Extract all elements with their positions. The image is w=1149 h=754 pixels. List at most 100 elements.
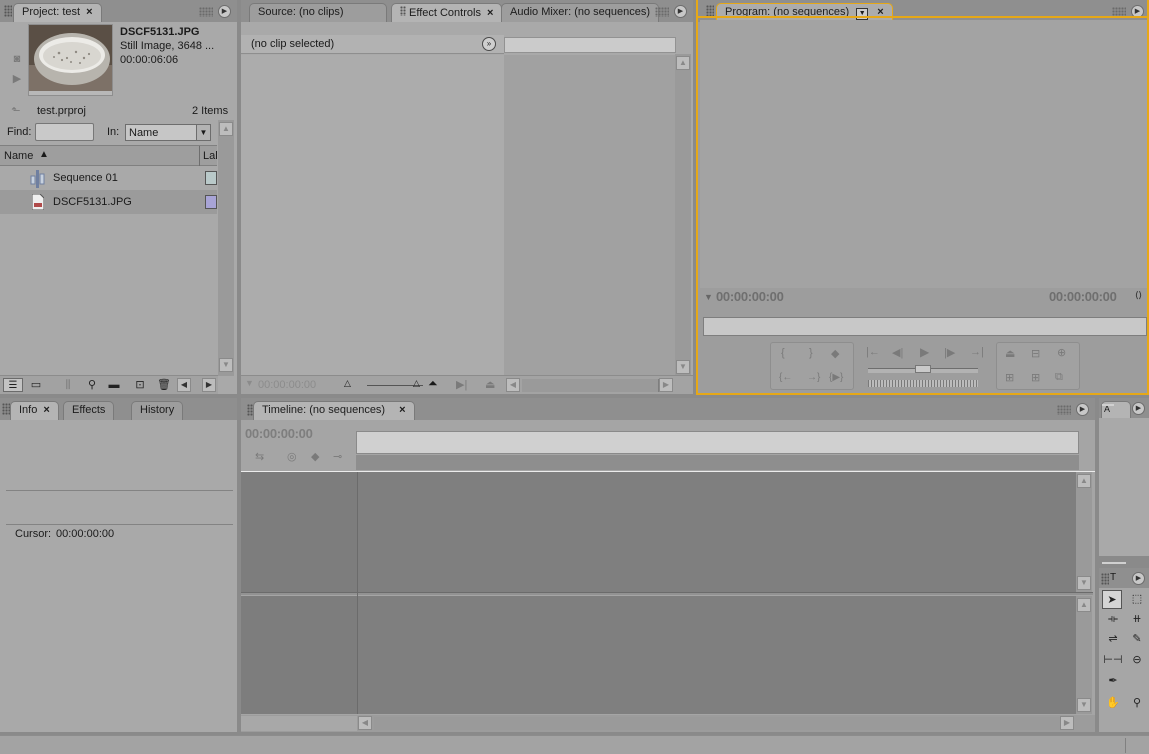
track-divider[interactable] — [241, 592, 1093, 595]
panel-menu-icon[interactable]: ▶ — [1057, 403, 1089, 416]
video-scrollbar[interactable]: ▲ ▼ — [1076, 472, 1092, 592]
scroll-down-icon[interactable]: ▼ — [676, 360, 690, 374]
shuttle-slider[interactable] — [868, 365, 978, 373]
trim-icon[interactable]: ⊕ — [1057, 346, 1066, 359]
close-icon[interactable]: × — [487, 7, 493, 19]
project-folder-up-icon[interactable]: ⬑ — [8, 104, 24, 118]
show-timeline-icon[interactable]: » — [482, 37, 496, 51]
rate-stretch-tool-icon[interactable]: ⇌ — [1103, 632, 1123, 646]
tab-project[interactable]: Project: test × — [13, 3, 102, 22]
go-to-out-icon[interactable]: →} — [807, 372, 820, 383]
close-icon[interactable]: × — [399, 404, 405, 416]
export-frame-icon[interactable]: ⧉ — [1055, 371, 1063, 384]
step-back-icon[interactable]: ◀| — [892, 346, 903, 359]
tab-audio-mixer[interactable]: Audio Mixer: (no sequences) — [501, 3, 660, 22]
play-in-to-out-icon[interactable]: {▶} — [829, 372, 843, 383]
timeline-scroll-track[interactable] — [374, 717, 1060, 730]
camera-icon[interactable]: ◙ — [9, 52, 25, 66]
scroll-up-icon[interactable]: ▲ — [1077, 474, 1091, 488]
panel-menu-icon[interactable]: ▶ — [1132, 572, 1145, 585]
zoom-in-icon[interactable]: ⏶ — [428, 376, 438, 391]
output-icon[interactable]: ⊞ — [1031, 371, 1040, 384]
panel-grip-icon[interactable] — [1101, 573, 1109, 585]
link-icon[interactable]: ⊸ — [333, 450, 342, 463]
tab-history[interactable]: History — [131, 401, 184, 420]
hand-tool-icon[interactable]: ✋ — [1103, 696, 1123, 710]
panel-menu-icon[interactable]: ▶ — [1132, 402, 1145, 415]
lift-icon[interactable]: ⏏ — [1005, 347, 1015, 360]
scroll-up-icon[interactable]: ▲ — [676, 56, 690, 70]
jog-disk[interactable] — [868, 380, 978, 387]
track-select-tool-icon[interactable]: ⬚ — [1127, 592, 1147, 606]
play-audio-icon[interactable]: ▶| — [456, 378, 467, 391]
new-bin-icon[interactable]: ▬ — [106, 378, 122, 392]
scroll-right-icon[interactable]: ▶ — [1060, 716, 1074, 730]
scroll-right-icon[interactable]: ▶ — [202, 378, 216, 392]
effect-hscrollbar[interactable] — [522, 379, 659, 392]
column-name-header[interactable]: Name — [4, 150, 33, 162]
tab-source[interactable]: Source: (no clips) — [249, 3, 387, 22]
in-select[interactable]: Name ▼ — [125, 124, 211, 141]
program-time-current[interactable]: 00:00:00:00 — [716, 289, 784, 304]
play-icon[interactable]: ▶ — [920, 345, 929, 359]
scroll-left-icon[interactable]: ◀ — [177, 378, 191, 392]
timeline-ruler[interactable] — [356, 431, 1079, 454]
column-divider[interactable] — [199, 146, 200, 166]
tab-timeline[interactable]: Timeline: (no sequences) × — [253, 401, 415, 420]
track-header-divider[interactable] — [357, 472, 358, 714]
list-item[interactable]: DSCF5131.JPG — [0, 191, 217, 214]
scroll-left-icon[interactable]: ◀ — [358, 716, 372, 730]
scroll-up-icon[interactable]: ▲ — [1077, 598, 1091, 612]
list-item[interactable]: Sequence 01 — [0, 167, 217, 191]
zoom-out-icon[interactable]: △ — [344, 378, 351, 389]
panel-menu-icon[interactable]: ▶ — [655, 5, 687, 18]
razor-tool-icon[interactable]: ✎ — [1127, 632, 1147, 646]
pen-tool-icon[interactable]: ✒ — [1103, 674, 1123, 688]
scroll-down-icon[interactable]: ▼ — [1077, 576, 1091, 590]
set-marker-icon[interactable]: ◆ — [311, 450, 319, 463]
scroll-down-icon[interactable]: ▼ — [219, 358, 233, 372]
tab-effects[interactable]: Effects — [63, 401, 115, 420]
ripple-edit-tool-icon[interactable]: ⟛ — [1103, 612, 1123, 626]
project-scrollbar[interactable]: ▲ ▼ — [218, 120, 234, 376]
list-view-icon[interactable]: ☰ — [3, 378, 23, 392]
scroll-down-icon[interactable]: ▼ — [1077, 698, 1091, 712]
zoom-thumb-icon[interactable]: △ — [413, 378, 420, 389]
mark-in-icon[interactable]: { — [781, 347, 785, 359]
export-icon[interactable]: ⏏ — [485, 378, 495, 391]
step-forward-marker-icon[interactable]: →| — [970, 346, 984, 358]
mark-out-icon[interactable]: } — [809, 347, 813, 359]
timeline-work-area[interactable] — [356, 455, 1079, 470]
shuttle-thumb-icon[interactable] — [915, 365, 931, 373]
column-label-header[interactable]: Lal — [203, 150, 218, 162]
rolling-edit-tool-icon[interactable]: ⧺ — [1127, 612, 1147, 626]
program-time-duration[interactable]: 00:00:00:00 — [1049, 289, 1117, 304]
fit-icon[interactable]: ⟨⟩ — [1135, 290, 1142, 301]
scroll-right-icon[interactable]: ▶ — [659, 378, 673, 392]
chevron-down-icon[interactable]: ▼ — [856, 8, 869, 20]
set-marker-icon[interactable]: ◆ — [831, 347, 839, 360]
new-item-icon[interactable]: ⊡ — [132, 378, 148, 392]
find-icon[interactable]: ⚲ — [84, 378, 100, 392]
zoom-tool-icon[interactable]: ⚲ — [1127, 696, 1147, 710]
slip-tool-icon[interactable]: ⊢⊣ — [1103, 653, 1123, 667]
step-forward-icon[interactable]: |▶ — [944, 346, 955, 359]
go-to-in-icon[interactable]: {← — [779, 372, 792, 383]
panel-menu-icon[interactable]: ▶ — [199, 5, 231, 18]
panel-grip-icon[interactable] — [2, 403, 10, 415]
sync-icon[interactable]: ◎ — [287, 450, 297, 463]
snap-icon[interactable]: ⇆ — [255, 450, 264, 463]
program-time-ruler[interactable] — [703, 317, 1147, 336]
step-back-marker-icon[interactable]: |← — [866, 346, 880, 358]
extract-icon[interactable]: ⊟ — [1031, 347, 1040, 360]
find-input[interactable] — [35, 123, 94, 141]
trash-icon[interactable]: 🗑 — [156, 378, 172, 392]
slide-tool-icon[interactable]: ⊖ — [1127, 653, 1147, 667]
selection-tool-icon[interactable]: ➤ — [1102, 590, 1122, 609]
close-icon[interactable]: × — [86, 6, 92, 18]
safe-margins-icon[interactable]: ⊞ — [1005, 371, 1014, 384]
effect-scrollbar[interactable]: ▲ ▼ — [675, 54, 691, 376]
icon-view-icon[interactable]: ▭ — [28, 378, 44, 392]
automate-icon[interactable]: ⫼ — [60, 378, 76, 392]
tab-info[interactable]: Info × — [10, 401, 59, 420]
